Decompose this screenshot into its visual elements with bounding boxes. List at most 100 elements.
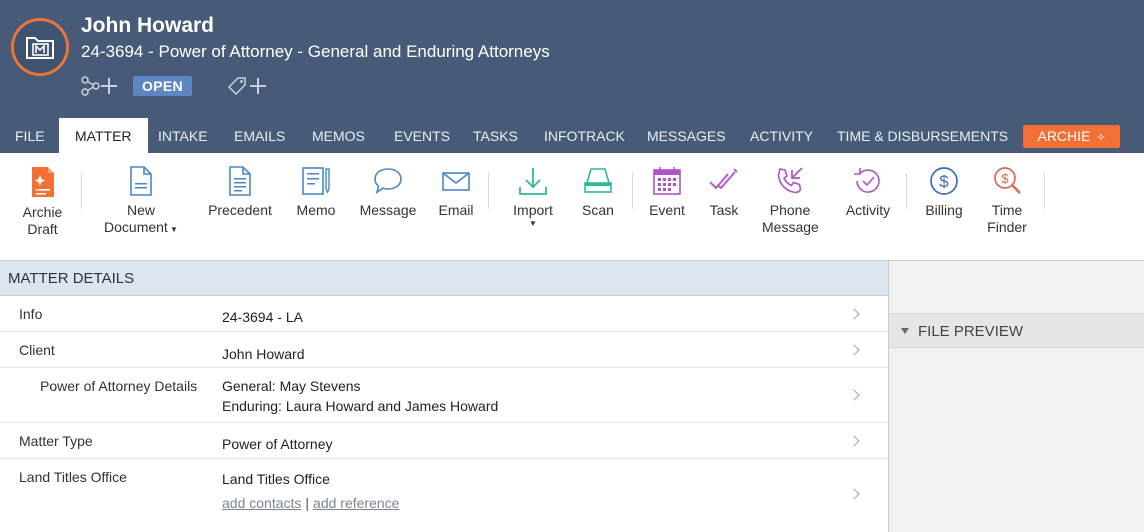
import-label: Import [513, 202, 553, 218]
dollar-circle-icon: $ [930, 167, 958, 195]
matter-details-heading: MATTER DETAILS [0, 261, 888, 296]
tab-emails[interactable]: EMAILS [234, 118, 285, 153]
tab-intake[interactable]: INTAKE [158, 118, 208, 153]
precedent-label: Precedent [208, 202, 272, 218]
message-button[interactable]: Message [359, 165, 417, 219]
activity-button[interactable]: Activity [843, 165, 893, 219]
tab-file[interactable]: FILE [15, 118, 45, 153]
ribbon-toolbar: Archie Draft New Document ▼ Precedent Me… [0, 153, 1144, 261]
envelope-icon [442, 172, 470, 191]
svg-text:$: $ [1001, 171, 1009, 186]
search-dollar-icon: $ [994, 167, 1021, 194]
details-row-client[interactable]: Client John Howard [0, 332, 888, 368]
phone-message-button[interactable]: Phone Message [762, 165, 819, 236]
details-row-matter-type[interactable]: Matter Type Power of Attorney [0, 423, 888, 459]
add-tag-button[interactable] [226, 75, 268, 97]
file-preview-panel: FILE PREVIEW [888, 261, 1144, 532]
client-name: John Howard [81, 14, 215, 37]
import-icon [519, 168, 547, 195]
task-button[interactable]: Task [708, 165, 740, 219]
matter-folder-logo [11, 18, 69, 76]
precedent-icon [229, 166, 251, 196]
folder-icon [26, 37, 54, 59]
task-label: Task [709, 202, 739, 218]
tab-tasks[interactable]: TASKS [473, 118, 518, 153]
checkmark-task-icon [709, 168, 738, 190]
activity-history-icon [854, 168, 880, 193]
tab-memos[interactable]: MEMOS [312, 118, 365, 153]
billing-button[interactable]: $ Billing [923, 165, 965, 219]
collapse-caret-icon [901, 328, 909, 334]
tab-activity[interactable]: ACTIVITY [750, 118, 813, 153]
row-value: Power of Attorney [222, 436, 333, 452]
dropdown-caret-icon: ▼ [529, 219, 537, 228]
status-badge[interactable]: OPEN [133, 76, 192, 96]
row-label: Info [19, 306, 43, 322]
tab-bar: FILE MATTER INTAKE EMAILS MEMOS EVENTS T… [0, 118, 1144, 153]
link-separator: | [305, 495, 310, 511]
memo-button[interactable]: Memo [294, 165, 338, 219]
enduring-attorney-value: Enduring: Laura Howard and James Howard [222, 398, 499, 414]
memo-icon [302, 167, 330, 195]
dropdown-caret-icon: ▼ [167, 225, 178, 234]
message-label: Message [359, 202, 417, 218]
matter-header: John Howard 24-3694 - Power of Attorney … [0, 0, 1144, 153]
tag-plus-icon [227, 77, 266, 96]
message-bubble-icon [374, 168, 402, 195]
chevron-right-icon [848, 389, 860, 401]
tab-archie[interactable]: ARCHIE ✧ [1023, 125, 1120, 148]
chevron-right-icon [848, 307, 860, 320]
activity-label: Activity [845, 202, 891, 218]
time-finder-label-1: Time [991, 202, 1023, 218]
add-relationship-button[interactable] [81, 75, 119, 97]
add-contacts-link[interactable]: add contacts [222, 495, 301, 511]
row-label: Power of Attorney Details [40, 378, 198, 394]
new-document-button[interactable]: New Document ▼ [103, 165, 179, 238]
tab-infotrack[interactable]: INFOTRACK [544, 118, 625, 153]
memo-label: Memo [296, 202, 336, 218]
svg-text:$: $ [939, 172, 949, 191]
details-row-land-titles[interactable]: Land Titles Office Land Titles Office ad… [0, 459, 888, 529]
scanner-icon [584, 168, 612, 193]
chevron-right-icon [848, 434, 860, 447]
import-button[interactable]: Import ▼ [509, 165, 557, 229]
add-reference-link[interactable]: add reference [313, 495, 399, 511]
time-finder-button[interactable]: $ Time Finder [987, 165, 1027, 236]
preview-toolbar-area [889, 261, 1144, 314]
email-button[interactable]: Email [437, 165, 475, 219]
scan-button[interactable]: Scan [580, 165, 616, 219]
archie-draft-label-2: Draft [27, 221, 58, 237]
row-value: John Howard [222, 346, 305, 362]
precedent-button[interactable]: Precedent [208, 165, 272, 219]
general-attorney-value: General: May Stevens [222, 378, 361, 394]
phone-incoming-icon [777, 167, 803, 194]
sparkle-icon: ✧ [1096, 132, 1106, 144]
archie-draft-label-1: Archie [22, 204, 63, 220]
tab-time-disbursements[interactable]: TIME & DISBURSEMENTS [837, 118, 1008, 153]
archie-draft-button[interactable]: Archie Draft [20, 165, 65, 238]
billing-label: Billing [925, 202, 963, 218]
calendar-icon [653, 167, 681, 195]
matter-details-panel: MATTER DETAILS Info 24-3694 - LA Client … [0, 261, 888, 532]
file-preview-header[interactable]: FILE PREVIEW [889, 314, 1144, 348]
tab-messages[interactable]: MESSAGES [647, 118, 726, 153]
chevron-right-icon [848, 488, 860, 500]
archie-draft-icon [31, 167, 54, 197]
row-value: 24-3694 - LA [222, 309, 303, 325]
phone-message-label-1: Phone [769, 202, 811, 218]
details-row-info[interactable]: Info 24-3694 - LA [0, 296, 888, 332]
new-document-label-1: New [126, 202, 155, 218]
details-row-poa-details[interactable]: Power of Attorney Details General: May S… [0, 368, 888, 423]
archie-tab-label: ARCHIE [1037, 128, 1091, 144]
scan-label: Scan [582, 202, 614, 218]
tab-events[interactable]: EVENTS [394, 118, 450, 153]
new-document-icon [130, 166, 152, 196]
time-finder-label-2: Finder [987, 219, 1027, 235]
event-button[interactable]: Event [647, 165, 687, 219]
row-value: Land Titles Office [222, 471, 330, 487]
matter-title: 24-3694 - Power of Attorney - General an… [81, 42, 550, 61]
tab-matter[interactable]: MATTER [59, 118, 148, 153]
row-label: Land Titles Office [19, 469, 127, 485]
share-plus-icon [81, 76, 117, 96]
event-label: Event [649, 202, 685, 218]
